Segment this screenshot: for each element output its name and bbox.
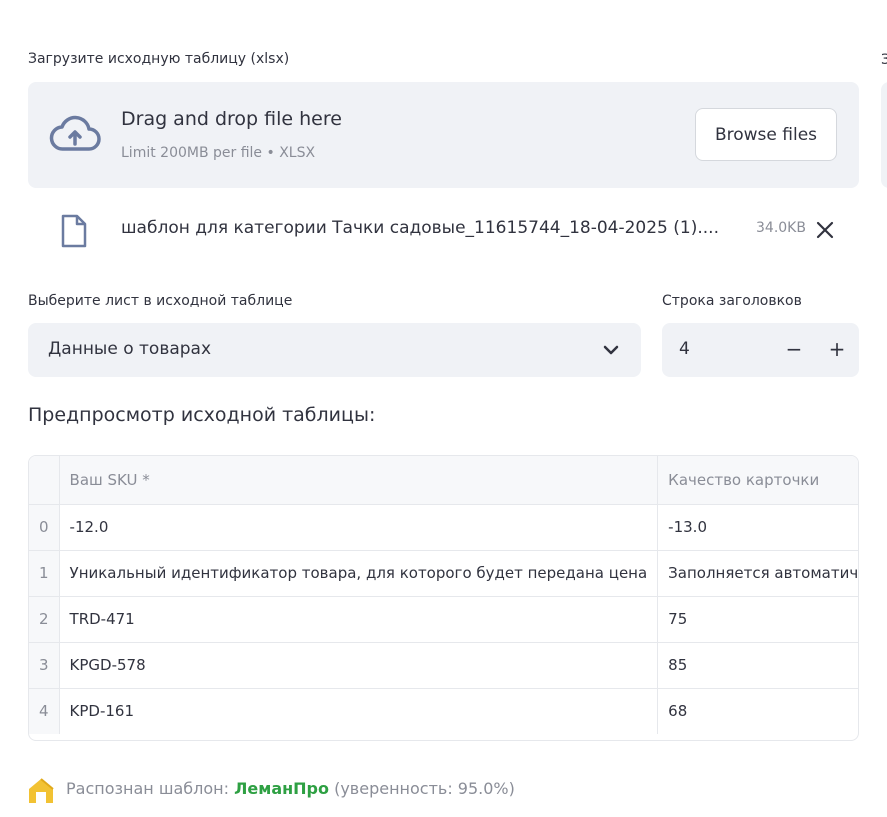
house-icon xyxy=(29,778,54,803)
column-header[interactable]: Качество карточки xyxy=(657,456,858,505)
row-index: 3 xyxy=(29,642,60,689)
table-cell[interactable]: -13.0 xyxy=(657,504,858,551)
uploaded-file-size: 34.0KB xyxy=(756,220,806,236)
browse-files-button[interactable]: Browse files xyxy=(695,108,837,161)
column-header[interactable] xyxy=(29,456,60,505)
uploaded-file-name: шаблон для категории Тачки садовые_11615… xyxy=(121,218,719,238)
table-row: 3 KPGD-578 85 xyxy=(29,642,858,689)
table-cell[interactable]: 75 xyxy=(657,596,858,643)
row-index: 4 xyxy=(29,688,60,734)
dropzone-limit: Limit 200MB per file • XLSX xyxy=(121,145,316,161)
uploader-label: Загрузите исходную таблицу (xlsx) xyxy=(28,51,290,67)
sheet-select-label: Выберите лист в исходной таблице xyxy=(28,293,293,309)
increment-button[interactable]: + xyxy=(826,337,848,363)
row-index: 2 xyxy=(29,596,60,643)
cut-off-label: З xyxy=(881,52,887,68)
preview-table[interactable]: Ваш SKU * Качество карточки 0 -12.0 -13.… xyxy=(28,455,859,741)
cloud-upload-icon xyxy=(49,115,101,151)
header-row-label: Строка заголовков xyxy=(662,293,802,309)
status-prefix: Распознан шаблон: xyxy=(66,779,235,798)
table-cell[interactable]: KPD-161 xyxy=(59,688,659,734)
column-header[interactable]: Ваш SKU * xyxy=(59,456,659,505)
table-cell[interactable]: 85 xyxy=(657,642,858,689)
table-cell[interactable]: KPGD-578 xyxy=(59,642,659,689)
table-row: 4 KPD-161 68 xyxy=(29,688,858,734)
dropzone-title: Drag and drop file here xyxy=(121,108,342,130)
table-cell[interactable]: Заполняется автоматически xyxy=(657,550,858,597)
table-header-row: Ваш SKU * Качество карточки xyxy=(29,456,858,505)
table-cell[interactable]: -12.0 xyxy=(59,504,659,551)
close-icon[interactable] xyxy=(815,220,835,240)
preview-title: Предпросмотр исходной таблицы: xyxy=(28,404,376,426)
template-name: ЛеманПро xyxy=(234,779,329,798)
chevron-down-icon xyxy=(603,345,619,355)
cut-off-panel xyxy=(881,82,887,188)
decrement-button[interactable]: − xyxy=(783,337,805,363)
sheet-select-value: Данные о товарах xyxy=(48,339,212,359)
table-cell[interactable]: 68 xyxy=(657,688,858,734)
row-index: 0 xyxy=(29,504,60,551)
file-icon xyxy=(61,214,87,248)
row-index: 1 xyxy=(29,550,60,597)
header-row-value[interactable]: 4 xyxy=(679,339,690,359)
template-status: Распознан шаблон: ЛеманПро (уверенность:… xyxy=(66,779,515,798)
table-cell[interactable]: TRD-471 xyxy=(59,596,659,643)
table-cell[interactable]: Уникальный идентификатор товара, для кот… xyxy=(59,550,659,597)
table-row: 1 Уникальный идентификатор товара, для к… xyxy=(29,550,858,597)
status-confidence: (уверенность: 95.0%) xyxy=(329,779,515,798)
table-row: 2 TRD-471 75 xyxy=(29,596,858,643)
table-row: 0 -12.0 -13.0 xyxy=(29,504,858,551)
